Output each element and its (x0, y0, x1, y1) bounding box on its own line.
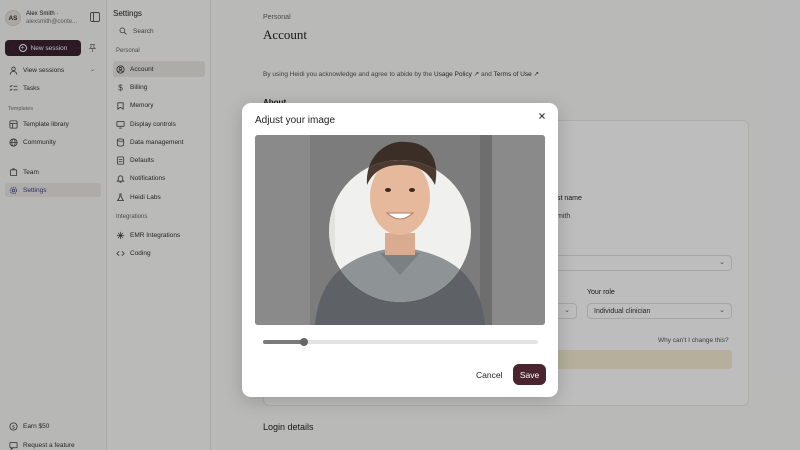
zoom-slider[interactable] (263, 338, 538, 346)
image-crop-area[interactable] (255, 135, 545, 325)
cancel-button[interactable]: Cancel (470, 365, 508, 385)
zoom-slider-thumb[interactable] (300, 338, 309, 346)
close-icon[interactable] (537, 111, 547, 121)
profile-photo (255, 135, 545, 325)
zoom-slider-fill (263, 340, 305, 344)
adjust-image-dialog: Adjust your image Cancel Save (242, 103, 558, 397)
save-button[interactable]: Save (513, 364, 546, 385)
dialog-title: Adjust your image (255, 115, 336, 126)
